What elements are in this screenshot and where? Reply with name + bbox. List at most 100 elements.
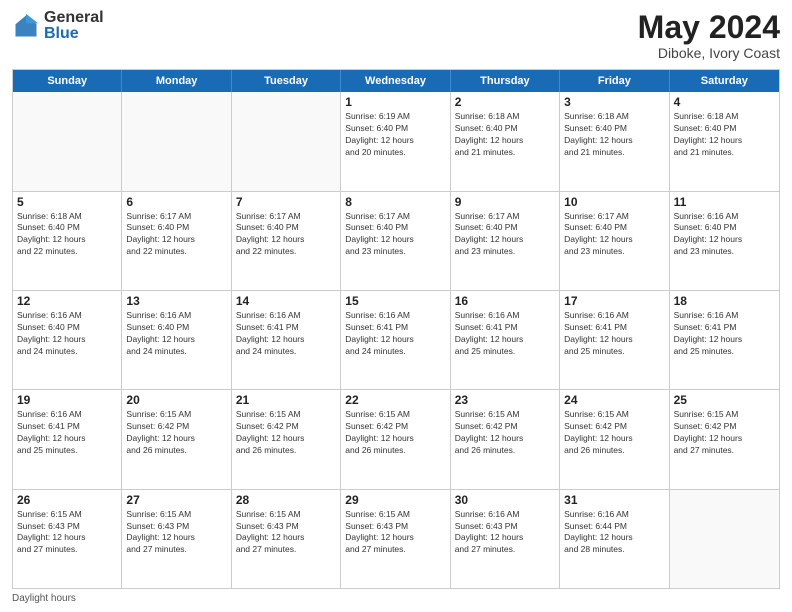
calendar-cell: 14Sunrise: 6:16 AM Sunset: 6:41 PM Dayli… — [232, 291, 341, 389]
calendar-week-row: 5 Sunrise: 6:18 AM Sunset: 6:40 PM Daylig… — [13, 192, 779, 291]
logo-general: General — [44, 10, 104, 26]
cell-info: Sunrise: 6:16 AM Sunset: 6:41 PM Dayligh… — [564, 310, 664, 358]
day-number: 29 — [345, 493, 445, 507]
day-number: 2 — [455, 95, 555, 109]
calendar-header: SundayMondayTuesdayWednesdayThursdayFrid… — [13, 70, 779, 92]
day-of-week-header: Wednesday — [341, 70, 450, 92]
day-number: 28 — [236, 493, 336, 507]
calendar-cell: 15 Sunrise: 6:16 AM Sunset: 6:41 PM Dayli… — [341, 291, 450, 389]
cell-info: Sunrise: 6:15 AM Sunset: 6:42 PM Dayligh… — [345, 409, 445, 457]
calendar-cell: 2 Sunrise: 6:18 AM Sunset: 6:40 PM Daylig… — [451, 92, 560, 190]
cell-info: Sunrise: 6:15 AM Sunset: 6:42 PM Dayligh… — [126, 409, 226, 457]
day-number: 18 — [674, 294, 775, 308]
day-number: 14 — [236, 294, 336, 308]
cell-info: Sunrise: 6:17 AM Sunset: 6:40 PM Dayligh… — [345, 211, 445, 259]
day-of-week-header: Friday — [560, 70, 669, 92]
calendar-cell: 24 Sunrise: 6:15 AM Sunset: 6:42 PM Dayli… — [560, 390, 669, 488]
calendar-cell: 20 Sunrise: 6:15 AM Sunset: 6:42 PM Dayli… — [122, 390, 231, 488]
day-number: 13 — [126, 294, 226, 308]
day-number: 20 — [126, 393, 226, 407]
logo-text: General Blue — [44, 10, 104, 42]
day-number: 19 — [17, 393, 117, 407]
footer-text: Daylight hours — [12, 593, 76, 604]
calendar-cell — [670, 490, 779, 588]
cell-info: Sunrise: 6:16 AM Sunset: 6:40 PM Dayligh… — [17, 310, 117, 358]
day-number: 10 — [564, 195, 664, 209]
day-of-week-header: Thursday — [451, 70, 560, 92]
calendar-cell — [122, 92, 231, 190]
cell-info: Sunrise: 6:16 AM Sunset: 6:44 PM Dayligh… — [564, 509, 664, 557]
calendar-body: 1Sunrise: 6:19 AM Sunset: 6:40 PM Daylig… — [13, 92, 779, 588]
day-of-week-header: Sunday — [13, 70, 122, 92]
calendar-cell: 31 Sunrise: 6:16 AM Sunset: 6:44 PM Dayli… — [560, 490, 669, 588]
day-number: 22 — [345, 393, 445, 407]
calendar-cell: 12Sunrise: 6:16 AM Sunset: 6:40 PM Dayli… — [13, 291, 122, 389]
day-number: 1 — [345, 95, 445, 109]
calendar-cell: 5 Sunrise: 6:18 AM Sunset: 6:40 PM Daylig… — [13, 192, 122, 290]
calendar-cell: 18 Sunrise: 6:16 AM Sunset: 6:41 PM Dayli… — [670, 291, 779, 389]
calendar-cell: 10 Sunrise: 6:17 AM Sunset: 6:40 PM Dayli… — [560, 192, 669, 290]
day-number: 8 — [345, 195, 445, 209]
footer: Daylight hours — [12, 593, 780, 604]
cell-info: Sunrise: 6:17 AM Sunset: 6:40 PM Dayligh… — [236, 211, 336, 259]
cell-info: Sunrise: 6:16 AM Sunset: 6:41 PM Dayligh… — [17, 409, 117, 457]
day-number: 4 — [674, 95, 775, 109]
cell-info: Sunrise: 6:15 AM Sunset: 6:43 PM Dayligh… — [236, 509, 336, 557]
calendar-week-row: 26Sunrise: 6:15 AM Sunset: 6:43 PM Dayli… — [13, 490, 779, 588]
calendar-cell: 1Sunrise: 6:19 AM Sunset: 6:40 PM Daylig… — [341, 92, 450, 190]
calendar-cell: 30 Sunrise: 6:16 AM Sunset: 6:43 PM Dayli… — [451, 490, 560, 588]
day-of-week-header: Tuesday — [232, 70, 341, 92]
day-number: 30 — [455, 493, 555, 507]
day-number: 15 — [345, 294, 445, 308]
calendar-cell: 13 Sunrise: 6:16 AM Sunset: 6:40 PM Dayli… — [122, 291, 231, 389]
month-year: May 2024 — [638, 10, 780, 45]
calendar-cell: 17Sunrise: 6:16 AM Sunset: 6:41 PM Dayli… — [560, 291, 669, 389]
page: General Blue May 2024 Diboke, Ivory Coas… — [0, 0, 792, 612]
day-number: 7 — [236, 195, 336, 209]
cell-info: Sunrise: 6:17 AM Sunset: 6:40 PM Dayligh… — [126, 211, 226, 259]
calendar-cell: 11Sunrise: 6:16 AM Sunset: 6:40 PM Dayli… — [670, 192, 779, 290]
cell-info: Sunrise: 6:16 AM Sunset: 6:43 PM Dayligh… — [455, 509, 555, 557]
cell-info: Sunrise: 6:15 AM Sunset: 6:43 PM Dayligh… — [126, 509, 226, 557]
cell-info: Sunrise: 6:18 AM Sunset: 6:40 PM Dayligh… — [455, 111, 555, 159]
cell-info: Sunrise: 6:15 AM Sunset: 6:43 PM Dayligh… — [17, 509, 117, 557]
cell-info: Sunrise: 6:18 AM Sunset: 6:40 PM Dayligh… — [674, 111, 775, 159]
calendar-cell: 26Sunrise: 6:15 AM Sunset: 6:43 PM Dayli… — [13, 490, 122, 588]
day-number: 24 — [564, 393, 664, 407]
cell-info: Sunrise: 6:15 AM Sunset: 6:42 PM Dayligh… — [564, 409, 664, 457]
cell-info: Sunrise: 6:15 AM Sunset: 6:42 PM Dayligh… — [455, 409, 555, 457]
day-number: 9 — [455, 195, 555, 209]
day-number: 21 — [236, 393, 336, 407]
cell-info: Sunrise: 6:16 AM Sunset: 6:41 PM Dayligh… — [674, 310, 775, 358]
calendar-cell: 8 Sunrise: 6:17 AM Sunset: 6:40 PM Daylig… — [341, 192, 450, 290]
calendar-cell: 25Sunrise: 6:15 AM Sunset: 6:42 PM Dayli… — [670, 390, 779, 488]
calendar-cell: 16Sunrise: 6:16 AM Sunset: 6:41 PM Dayli… — [451, 291, 560, 389]
day-number: 31 — [564, 493, 664, 507]
cell-info: Sunrise: 6:16 AM Sunset: 6:41 PM Dayligh… — [345, 310, 445, 358]
day-number: 5 — [17, 195, 117, 209]
calendar-cell — [232, 92, 341, 190]
calendar-cell: 9 Sunrise: 6:17 AM Sunset: 6:40 PM Daylig… — [451, 192, 560, 290]
calendar-cell: 3Sunrise: 6:18 AM Sunset: 6:40 PM Daylig… — [560, 92, 669, 190]
cell-info: Sunrise: 6:15 AM Sunset: 6:42 PM Dayligh… — [674, 409, 775, 457]
cell-info: Sunrise: 6:15 AM Sunset: 6:42 PM Dayligh… — [236, 409, 336, 457]
cell-info: Sunrise: 6:17 AM Sunset: 6:40 PM Dayligh… — [564, 211, 664, 259]
logo-blue-text: Blue — [44, 26, 104, 42]
header: General Blue May 2024 Diboke, Ivory Coas… — [12, 10, 780, 61]
calendar-cell — [13, 92, 122, 190]
calendar-cell: 29Sunrise: 6:15 AM Sunset: 6:43 PM Dayli… — [341, 490, 450, 588]
day-of-week-header: Monday — [122, 70, 231, 92]
day-number: 27 — [126, 493, 226, 507]
calendar-cell: 6 Sunrise: 6:17 AM Sunset: 6:40 PM Daylig… — [122, 192, 231, 290]
calendar-cell: 28 Sunrise: 6:15 AM Sunset: 6:43 PM Dayli… — [232, 490, 341, 588]
cell-info: Sunrise: 6:17 AM Sunset: 6:40 PM Dayligh… — [455, 211, 555, 259]
logo-icon — [12, 12, 40, 40]
cell-info: Sunrise: 6:18 AM Sunset: 6:40 PM Dayligh… — [17, 211, 117, 259]
location: Diboke, Ivory Coast — [638, 45, 780, 61]
day-number: 6 — [126, 195, 226, 209]
calendar-week-row: 12Sunrise: 6:16 AM Sunset: 6:40 PM Dayli… — [13, 291, 779, 390]
calendar-cell: 21 Sunrise: 6:15 AM Sunset: 6:42 PM Dayli… — [232, 390, 341, 488]
cell-info: Sunrise: 6:16 AM Sunset: 6:41 PM Dayligh… — [455, 310, 555, 358]
day-number: 11 — [674, 195, 775, 209]
cell-info: Sunrise: 6:16 AM Sunset: 6:40 PM Dayligh… — [126, 310, 226, 358]
